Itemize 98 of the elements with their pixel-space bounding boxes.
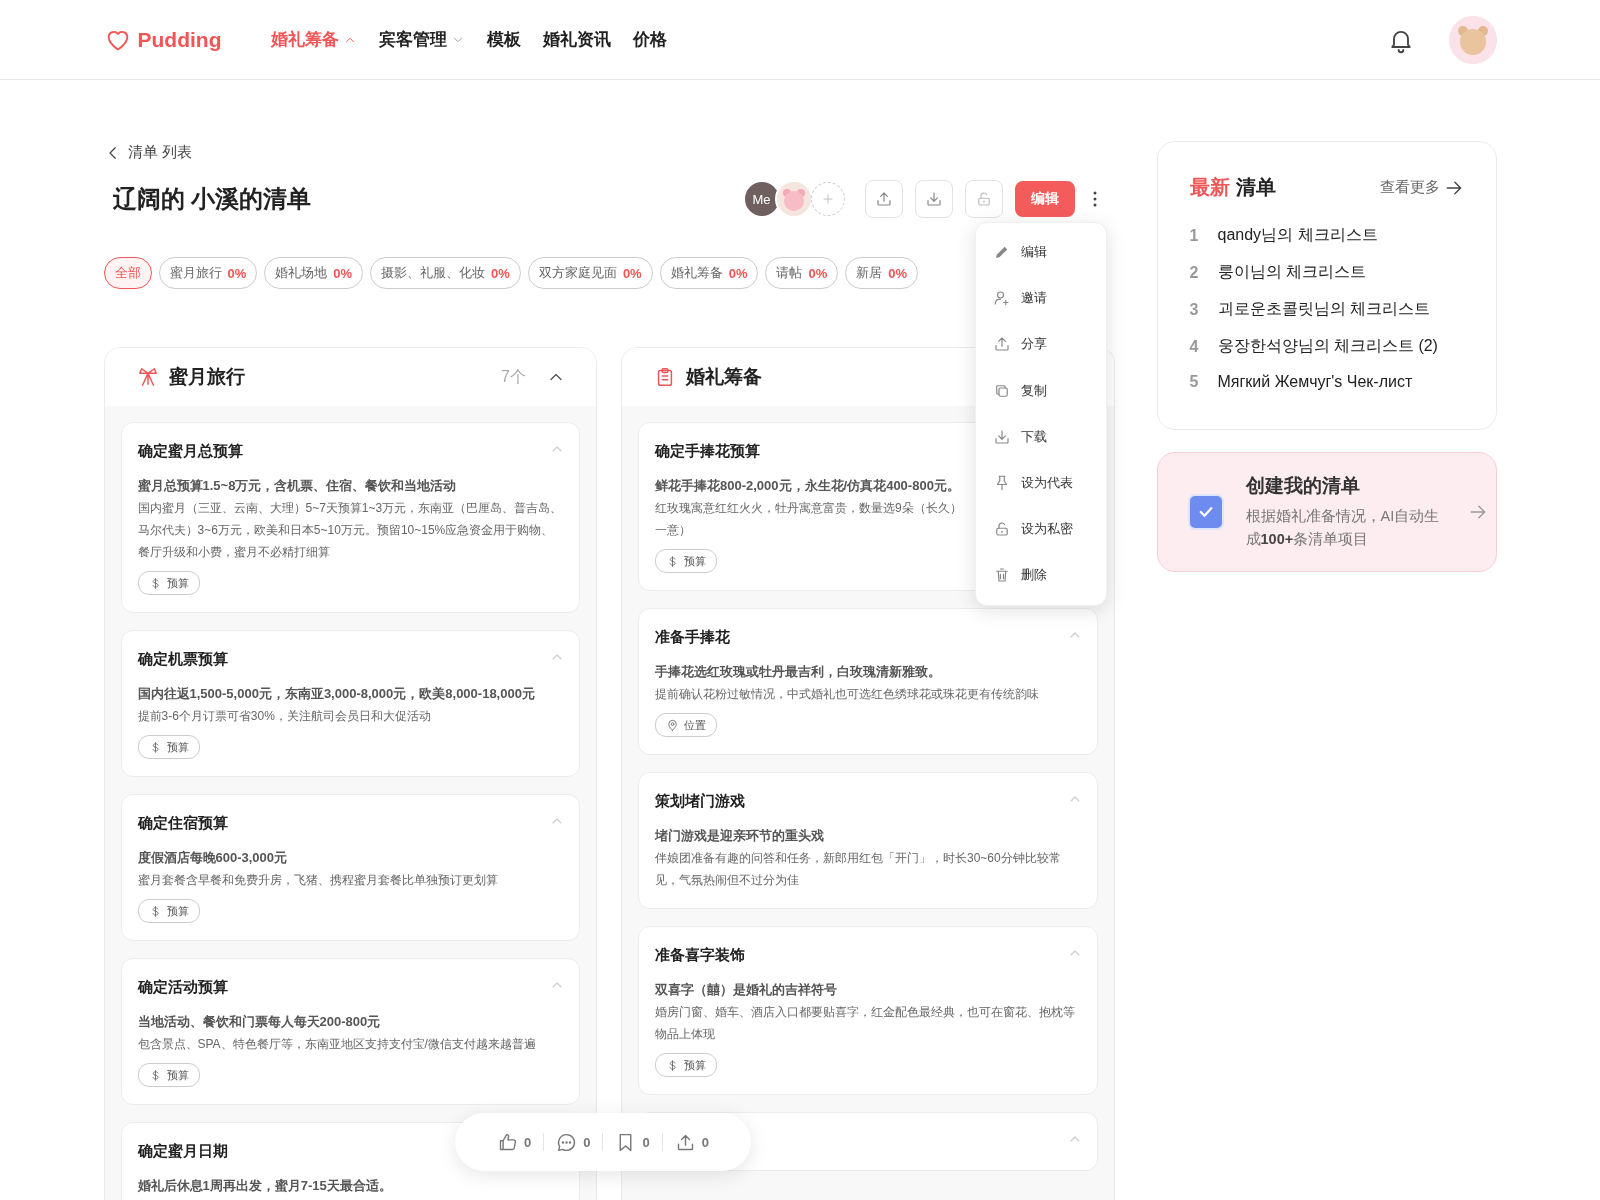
location-pin-icon xyxy=(666,718,679,732)
task-summary: 双喜字（囍）是婚礼的吉祥符号 xyxy=(655,981,837,999)
create-list-card[interactable]: 创建我的清单 根据婚礼准备情况，AI自动生成100+条清单项目 xyxy=(1156,452,1497,572)
task-title: 准备手捧花 xyxy=(655,628,730,645)
bookmark-button[interactable]: 0 xyxy=(603,1131,662,1153)
dollar-icon xyxy=(666,554,679,568)
category-title: 婚礼筹备 xyxy=(686,365,762,389)
download-icon xyxy=(924,190,943,208)
task-title: 确定住宿预算 xyxy=(137,814,228,831)
list-link[interactable]: 웅장한석양님의 체크리스트 (2) xyxy=(1217,336,1438,357)
like-icon xyxy=(497,1131,518,1153)
task-description: 包含景点、SPA、特色餐厅等，东南亚地区支持支付宝/微信支付越来越普遍 xyxy=(137,1036,536,1053)
bow-icon xyxy=(136,366,159,388)
task-summary: 鲜花手捧花800-2,000元，永生花/仿真花400-800元。 xyxy=(655,477,960,495)
upload-icon xyxy=(874,190,893,208)
person-add-icon xyxy=(993,289,1011,308)
list-link[interactable]: qandy님의 체크리스트 xyxy=(1217,225,1378,246)
item-count: 7个 xyxy=(501,366,526,387)
share-icon xyxy=(993,335,1011,354)
unlock-icon xyxy=(993,520,1011,539)
filter-tag[interactable]: 摄影、礼服、化妆 0% xyxy=(370,257,521,289)
task-summary: 堵门游戏是迎亲环节的重头戏 xyxy=(655,827,824,845)
share-button[interactable]: 0 xyxy=(662,1131,721,1153)
filter-tag[interactable]: 双方家庭见面 0% xyxy=(527,257,653,289)
filter-tag[interactable]: 新居 0% xyxy=(845,257,919,289)
task-summary: 当地活动、餐饮和门票每人每天200-800元 xyxy=(137,1013,381,1031)
task-card[interactable]: 准备喜字装饰 双喜字（囍）是婚礼的吉祥符号 婚房门窗、婚车、酒店入口都要贴喜字，红金配色最经典，也可在窗花、抱枕等物品上体现 预算 xyxy=(638,926,1098,1095)
task-summary: 蜜月总预算1.5~8万元，含机票、住宿、餐饮和当地活动 xyxy=(137,477,457,495)
section-title-accent: 最新 xyxy=(1189,175,1230,200)
task-title: 准备喜字装饰 xyxy=(655,946,745,963)
category-chip: 预算 xyxy=(137,735,200,759)
upload-button[interactable] xyxy=(864,180,903,218)
task-card[interactable]: 确定住宿预算 度假酒店每晚600-3,000元 蜜月套餐含早餐和免费升房，飞猪、携程蜜月套餐比单独预订更划算 预算 xyxy=(120,794,580,941)
task-description: 伴娘团准备有趣的问答和任务，新郎用红包「开门」，时长30~60分钟比较常见，气氛热闹但不过分为佳 xyxy=(655,850,1062,889)
download-button[interactable] xyxy=(914,180,953,218)
task-summary: 度假酒店每晚600-3,000元 xyxy=(137,849,288,867)
plus-icon xyxy=(820,192,835,206)
task-summary: 国内往返1,500-5,000元，东南亚3,000-8,000元，欧美8,000-18,000元 xyxy=(137,685,535,703)
category-title: 蜜月旅行 xyxy=(168,365,245,389)
task-description: 提前3-6个月订票可省30%，关注航司会员日和大促活动 xyxy=(137,708,431,725)
task-description: 国内蜜月（三亚、云南、大理）5~7天预算1~3万元，东南亚（巴厘岛、普吉岛、马尔代夫）3~6万元，欧美和日本5~10万元。预留10~15%应急资金用于购物、餐厅升级和小费，蜜月不必精打细算 xyxy=(137,500,563,561)
task-summary: 婚礼后休息1周再出发，蜜月7-15天最合适。 xyxy=(137,1177,392,1195)
filter-tag[interactable]: 婚礼场地 0% xyxy=(264,257,364,289)
menu-item[interactable]: 复制 xyxy=(976,367,1106,414)
category-chip: 预算 xyxy=(137,1063,200,1087)
trash-icon xyxy=(993,566,1011,585)
task-card[interactable]: 准备手捧花 手捧花选红玫瑰或牡丹最吉利，白玫瑰清新雅致。 提前确认花粉过敏情况，中式婚礼也可选红色绣球花或珠花更有传统韵味 位置 xyxy=(638,608,1098,755)
task-summary: 手捧花选红玫瑰或牡丹最吉利，白玫瑰清新雅致。 xyxy=(655,663,941,681)
rank-number: 4 xyxy=(1189,337,1200,356)
task-title: 确定手捧花预算 xyxy=(655,442,760,459)
task-description: 提前确认花粉过敏情况，中式婚礼也可选红色绣球花或珠花更有传统韵味 xyxy=(655,686,1039,703)
task-title: 确定蜜月总预算 xyxy=(137,442,243,459)
dollar-icon xyxy=(666,1058,679,1072)
task-title: 确定机票预算 xyxy=(137,650,228,667)
rank-number: 3 xyxy=(1189,300,1200,319)
category-chip: 预算 xyxy=(655,1053,717,1077)
see-more-link[interactable]: 查看更多 xyxy=(1379,177,1464,198)
nav-item[interactable]: 婚礼资讯 xyxy=(543,28,612,51)
nav-item[interactable]: 模板 xyxy=(487,28,522,51)
filter-tag[interactable]: 请帖 0% xyxy=(765,257,839,289)
category-chip: 预算 xyxy=(137,571,200,595)
task-description: 蜜月套餐含早餐和免费升房，飞猪、携程蜜月套餐比单独预订更划算 xyxy=(137,872,498,889)
nav-item[interactable]: 价格 xyxy=(633,28,668,51)
filter-tag[interactable]: 婚礼筹备 0% xyxy=(659,257,759,289)
comment-icon xyxy=(556,1131,578,1153)
rank-number: 5 xyxy=(1189,373,1200,391)
menu-item[interactable]: 编辑 xyxy=(976,229,1106,276)
more-icon xyxy=(1092,191,1097,207)
task-title: 确定蜜月日期 xyxy=(137,1142,228,1159)
comment-button[interactable]: 0 xyxy=(544,1131,603,1153)
filter-tag[interactable]: 蜜月旅行 0% xyxy=(158,257,258,289)
list-link[interactable]: Мягкий Жемчуг's Чек-лист xyxy=(1217,373,1413,391)
menu-item[interactable]: 分享 xyxy=(976,321,1106,368)
task-description: 红玫瑰寓意红红火火，牡丹寓意富贵，数量选9朵（长久） xyxy=(655,500,962,517)
task-card[interactable]: 确定活动预算 当地活动、餐饮和门票每人每天200-800元 包含景点、SPA、特色餐厅等，东南亚地区支持支付宝/微信支付越来越普遍 预算 xyxy=(120,958,580,1105)
list-link[interactable]: 괴로운초콜릿님의 체크리스트 xyxy=(1217,299,1430,320)
task-description: 一意） xyxy=(655,522,691,539)
category-chip: 预算 xyxy=(137,899,200,923)
category-chip: 预算 xyxy=(655,549,717,573)
like-button[interactable]: 0 xyxy=(485,1131,544,1153)
task-card[interactable]: 确定机票预算 国内往返1,500-5,000元，东南亚3,000-8,000元，欧美8,000-18,000元 提前3-6个月订票可省30%，关注航司会员日和大促活动 预算 xyxy=(120,630,580,777)
list-link[interactable]: 룽이님의 체크리스트 xyxy=(1217,262,1366,283)
lock-button[interactable] xyxy=(964,180,1003,218)
breadcrumb-link[interactable]: 清单 列表 xyxy=(127,143,192,162)
promo-title: 创建我的清单 xyxy=(1245,474,1361,498)
task-card[interactable]: 策划堵门游戏 堵门游戏是迎亲环节的重头戏 伴娘团准备有趣的问答和任务，新郎用红包「开门」，时长30~60分钟比较常见，气氛热闹但不过分为佳 xyxy=(638,772,1098,909)
task-title: 确定活动预算 xyxy=(137,978,228,995)
page-title: 辽阔的 小溪的清单 xyxy=(112,184,312,214)
category-chip: 位置 xyxy=(655,713,717,737)
section-title: 清单 xyxy=(1235,175,1276,200)
task-card[interactable]: 确定蜜月总预算 蜜月总预算1.5~8万元，含机票、住宿、餐饮和当地活动 国内蜜月（三亚、云南、大理）5~7天预算1~3万元，东南亚（巴厘岛、普吉岛、马尔代夫）3~6万元，欧美和日本5~10万元。预留10~15%应急资金用于购物、餐厅升级和小费，蜜月不必精打细算 预算 xyxy=(120,422,580,613)
task-description: 婚房门窗、婚车、酒店入口都要贴喜字，红金配色最经典，也可在窗花、抱枕等物品上体现 xyxy=(655,1004,1076,1043)
rank-number: 2 xyxy=(1189,263,1200,282)
nav-item[interactable]: 宾客管理 xyxy=(379,28,466,51)
promo-text: 根据婚礼准备情况，AI自动生成100+条清单项目 xyxy=(1245,507,1441,549)
menu-item[interactable]: 邀请 xyxy=(976,275,1106,322)
rank-number: 1 xyxy=(1189,226,1200,245)
task-title: 策划堵门游戏 xyxy=(655,792,745,809)
